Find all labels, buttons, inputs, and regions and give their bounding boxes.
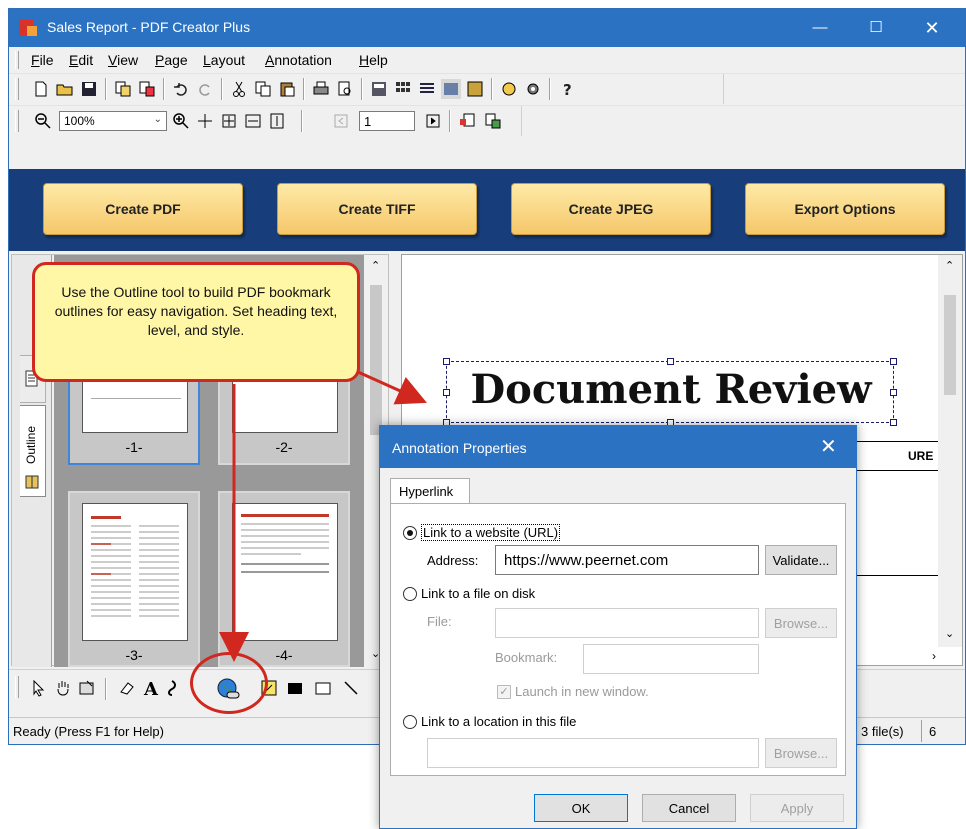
radio-label: Link to a file on disk [421, 586, 536, 601]
cancel-button[interactable]: Cancel [642, 794, 736, 822]
bookmark-label: Bookmark: [495, 650, 558, 665]
browse-file-button[interactable]: Browse... [765, 608, 837, 638]
validate-button[interactable]: Validate... [765, 545, 837, 575]
radio-link-url[interactable]: Link to a website (URL) [403, 524, 561, 541]
apply-button[interactable]: Apply [750, 794, 844, 822]
radio-link-file[interactable]: Link to a file on disk [403, 586, 535, 601]
dialog-close-button[interactable]: ✕ [820, 434, 837, 459]
dialog-title-bar[interactable]: Annotation Properties ✕ [380, 426, 856, 468]
ok-button[interactable]: OK [534, 794, 628, 822]
radio-label: Link to a website (URL) [421, 524, 561, 541]
callout-text: Use the Outline tool to build PDF bookma… [54, 284, 338, 338]
annotation-properties-dialog: Annotation Properties ✕ Hyperlink Link t… [379, 425, 857, 829]
bookmark-input[interactable] [583, 644, 759, 674]
file-input[interactable] [495, 608, 759, 638]
dialog-title: Annotation Properties [392, 440, 527, 456]
tab-hyperlink[interactable]: Hyperlink [390, 478, 470, 504]
radio-link-location[interactable]: Link to a location in this file [403, 714, 576, 729]
address-input[interactable]: https://www.peernet.com [495, 545, 759, 575]
radio-label: Link to a location in this file [421, 714, 577, 729]
tutorial-callout: Use the Outline tool to build PDF bookma… [32, 262, 360, 382]
file-label: File: [427, 614, 452, 629]
checkbox[interactable]: ✓ [497, 684, 511, 699]
launch-new-window-checkbox[interactable]: ✓ Launch in new window. [497, 684, 649, 699]
browse-location-button[interactable]: Browse... [765, 738, 837, 768]
highlight-ring [190, 652, 268, 714]
radio-button[interactable] [403, 714, 417, 729]
address-label: Address: [427, 553, 479, 568]
radio-button[interactable] [403, 586, 417, 601]
location-input[interactable] [427, 738, 759, 768]
hyperlink-tab-panel: Link to a website (URL) Address: https:/… [390, 503, 846, 776]
radio-button[interactable] [403, 525, 417, 540]
checkbox-label: Launch in new window. [515, 684, 649, 699]
